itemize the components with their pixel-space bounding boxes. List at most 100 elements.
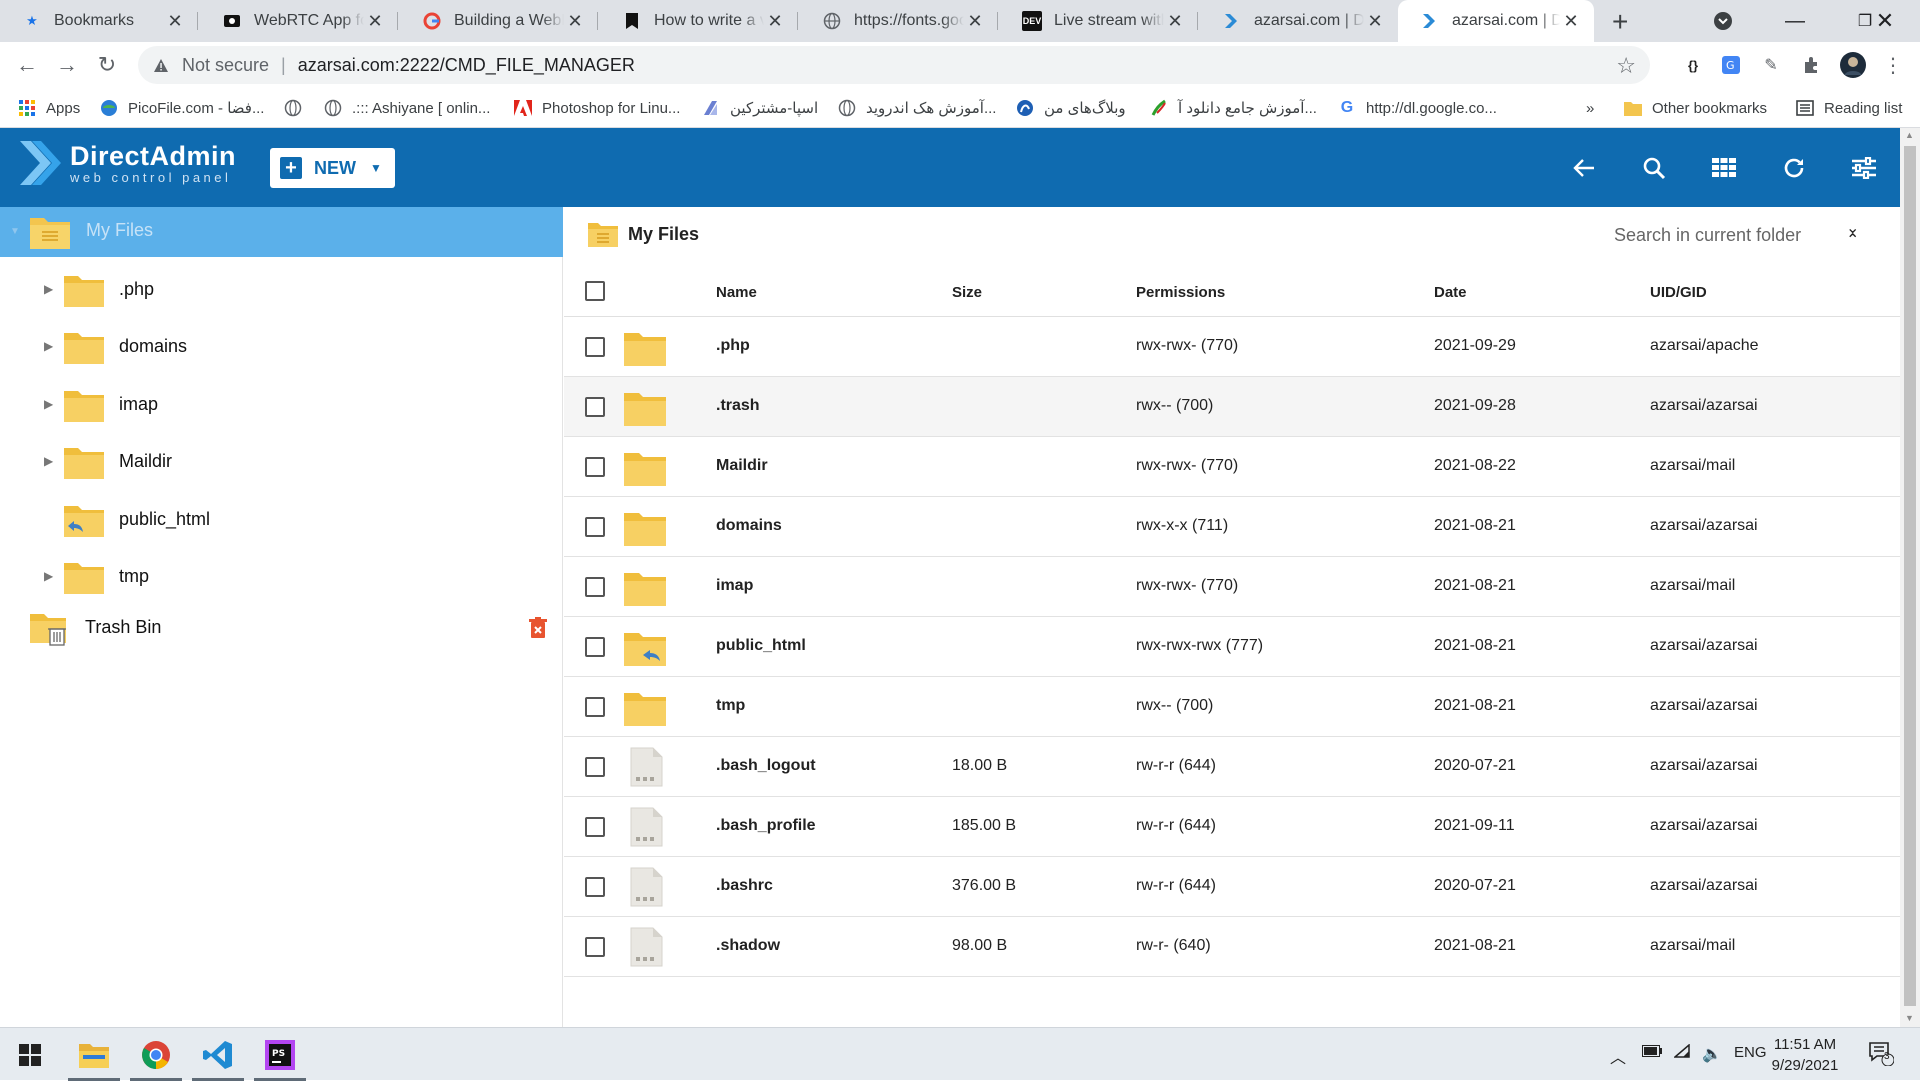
new-button[interactable]: + NEW ▼ — [270, 148, 395, 188]
back-icon[interactable]: ← — [12, 50, 42, 80]
browser-menu-icon[interactable]: ⋮ — [1880, 52, 1906, 78]
table-row[interactable]: Maildir rwx-rwx- (770) 2021-08-22 azarsai/m… — [564, 437, 1900, 497]
close-icon[interactable]: ✕ — [564, 11, 586, 32]
file-name[interactable]: public_html — [716, 637, 806, 655]
tray-expand-icon[interactable]: ︿ — [1610, 1044, 1626, 1068]
battery-icon[interactable] — [1642, 1044, 1662, 1062]
table-row[interactable]: .bash_logout 18.00 B rw-r-r (644) 2020-07-2… — [564, 737, 1900, 797]
close-icon[interactable]: ✕ — [764, 11, 786, 32]
settings-sliders-icon[interactable] — [1846, 150, 1882, 186]
bookmark-apps[interactable]: Apps — [18, 94, 80, 122]
table-row[interactable]: domains rwx-x-x (711) 2021-08-21 azarsai/az… — [564, 497, 1900, 557]
empty-trash-icon[interactable] — [528, 617, 548, 639]
row-checkbox[interactable] — [585, 517, 605, 537]
bookmark-my-blogs[interactable]: وبلاگ‌های من — [1016, 94, 1126, 122]
row-checkbox[interactable] — [585, 817, 605, 837]
table-row[interactable]: .trash rwx-- (700) 2021-09-28 azarsai/azars… — [564, 377, 1900, 437]
file-name[interactable]: domains — [716, 517, 782, 535]
bookmark-photoshop[interactable]: Photoshop for Linu... — [514, 94, 680, 122]
file-name[interactable]: .php — [716, 337, 750, 355]
row-checkbox[interactable] — [585, 757, 605, 777]
expand-arrow-icon[interactable]: ▼ — [10, 226, 20, 237]
row-checkbox[interactable] — [585, 397, 605, 417]
table-row[interactable]: .shadow 98.00 B rw-r- (640) 2021-08-21 azars… — [564, 917, 1900, 977]
page-scrollbar[interactable]: ▲ ▼ — [1900, 128, 1920, 1027]
column-uid-gid[interactable]: UID/GID — [1650, 284, 1707, 301]
bookmark-download-guide[interactable]: آموزش جامع دانلود آ... — [1150, 94, 1317, 122]
file-explorer-icon[interactable] — [64, 1028, 124, 1081]
table-row[interactable]: public_html rwx-rwx-rwx (777) 2021-08-21 az… — [564, 617, 1900, 677]
file-name[interactable]: .bash_logout — [716, 757, 816, 775]
bookmark-ashiyane[interactable]: .::: Ashiyane [ onlin... — [324, 94, 490, 122]
phpstorm-icon[interactable]: PS — [250, 1028, 310, 1081]
warning-icon[interactable] — [152, 56, 170, 74]
tree-item-imap[interactable]: ▶ imap — [0, 380, 563, 430]
address-bar[interactable]: Not secure | azarsai.com:2222/CMD_FILE_M… — [138, 46, 1650, 84]
expand-arrow-icon[interactable]: ▶ — [44, 454, 53, 468]
other-bookmarks[interactable]: Other bookmarks — [1624, 94, 1767, 122]
scrollbar-thumb[interactable] — [1904, 146, 1916, 1006]
bookmark-aspa[interactable]: اسپا-مشترکین — [702, 94, 818, 122]
table-row[interactable]: tmp rwx-- (700) 2021-08-21 azarsai/azarsai — [564, 677, 1900, 737]
column-permissions[interactable]: Permissions — [1136, 284, 1225, 301]
row-checkbox[interactable] — [585, 457, 605, 477]
profile-avatar[interactable] — [1838, 50, 1868, 80]
tree-item-maildir[interactable]: ▶ Maildir — [0, 437, 563, 487]
table-row[interactable]: .bash_profile 185.00 B rw-r-r (644) 2021-09… — [564, 797, 1900, 857]
back-arrow-icon[interactable] — [1566, 150, 1602, 186]
windows-start-icon[interactable] — [0, 1028, 60, 1081]
translate-icon[interactable]: G — [1718, 52, 1744, 78]
column-date[interactable]: Date — [1434, 284, 1467, 301]
row-checkbox[interactable] — [585, 577, 605, 597]
expand-arrow-icon[interactable]: ▶ — [44, 397, 53, 411]
row-checkbox[interactable] — [585, 937, 605, 957]
row-checkbox[interactable] — [585, 337, 605, 357]
vscode-icon[interactable] — [188, 1028, 248, 1081]
close-icon[interactable]: ✕ — [964, 11, 986, 32]
new-tab-icon[interactable]: + — [1612, 6, 1628, 38]
extensions-puzzle-icon[interactable] — [1798, 52, 1824, 78]
row-checkbox[interactable] — [585, 637, 605, 657]
more-bookmarks-chevron[interactable]: » — [1586, 94, 1594, 122]
expand-arrow-icon[interactable]: ▶ — [44, 339, 53, 353]
tree-root-my-files[interactable]: ▼ My Files — [0, 207, 563, 257]
scroll-up-arrow-icon[interactable]: ▲ — [1905, 130, 1914, 140]
tab-fonts-google[interactable]: https://fonts.google ✕ — [800, 0, 998, 42]
tree-item-tmp[interactable]: ▶ tmp — [0, 552, 563, 602]
file-name[interactable]: .shadow — [716, 937, 780, 955]
close-icon[interactable]: ✕ — [1560, 11, 1582, 32]
reading-list[interactable]: Reading list — [1796, 94, 1902, 122]
tab-webrtc-app[interactable]: WebRTC App for Electron ✕ — [200, 0, 398, 42]
file-name[interactable]: .trash — [716, 397, 760, 415]
reload-icon[interactable]: ↻ — [92, 50, 122, 80]
tab-how-to-write[interactable]: How to write a video ✕ — [600, 0, 798, 42]
scroll-down-arrow-icon[interactable]: ▼ — [1905, 1013, 1914, 1023]
tab-search-icon[interactable] — [1688, 0, 1758, 42]
file-name[interactable]: tmp — [716, 697, 745, 715]
file-name[interactable]: .bash_profile — [716, 817, 816, 835]
file-name[interactable]: imap — [716, 577, 753, 595]
grid-icon[interactable] — [1706, 150, 1742, 186]
column-name[interactable]: Name — [716, 284, 757, 301]
json-viewer-icon[interactable]: {⁣} — [1680, 52, 1706, 78]
expand-arrow-icon[interactable]: ▶ — [44, 282, 53, 296]
bookmark-globe[interactable] — [284, 94, 312, 122]
refresh-icon[interactable] — [1776, 150, 1812, 186]
column-size[interactable]: Size — [952, 284, 982, 301]
close-icon[interactable]: ✕ — [164, 11, 186, 32]
notification-icon[interactable]: 3 — [1868, 1040, 1895, 1071]
tab-bookmarks[interactable]: ★ Bookmarks ✕ — [0, 0, 198, 42]
bookmark-dl-google[interactable]: G http://dl.google.co... — [1338, 94, 1497, 122]
select-all-checkbox[interactable] — [585, 281, 605, 301]
chrome-icon[interactable] — [126, 1028, 186, 1081]
bookmark-star-icon[interactable]: ☆ — [1616, 53, 1636, 79]
close-icon[interactable]: ✕ — [364, 11, 386, 32]
table-row[interactable]: .php rwx-rwx- (770) 2021-09-29 azarsai/apac… — [564, 317, 1900, 377]
close-icon[interactable]: ✕ — [1164, 11, 1186, 32]
tree-item-domains[interactable]: ▶ domains — [0, 322, 563, 372]
expand-arrow-icon[interactable]: ▶ — [44, 569, 53, 583]
tree-item-trash-bin[interactable]: Trash Bin — [0, 603, 563, 653]
bookmark-picofile[interactable]: PicoFile.com - فضا... — [100, 94, 264, 122]
window-close-icon[interactable]: ✕ — [1850, 0, 1920, 42]
file-name[interactable]: Maildir — [716, 457, 768, 475]
